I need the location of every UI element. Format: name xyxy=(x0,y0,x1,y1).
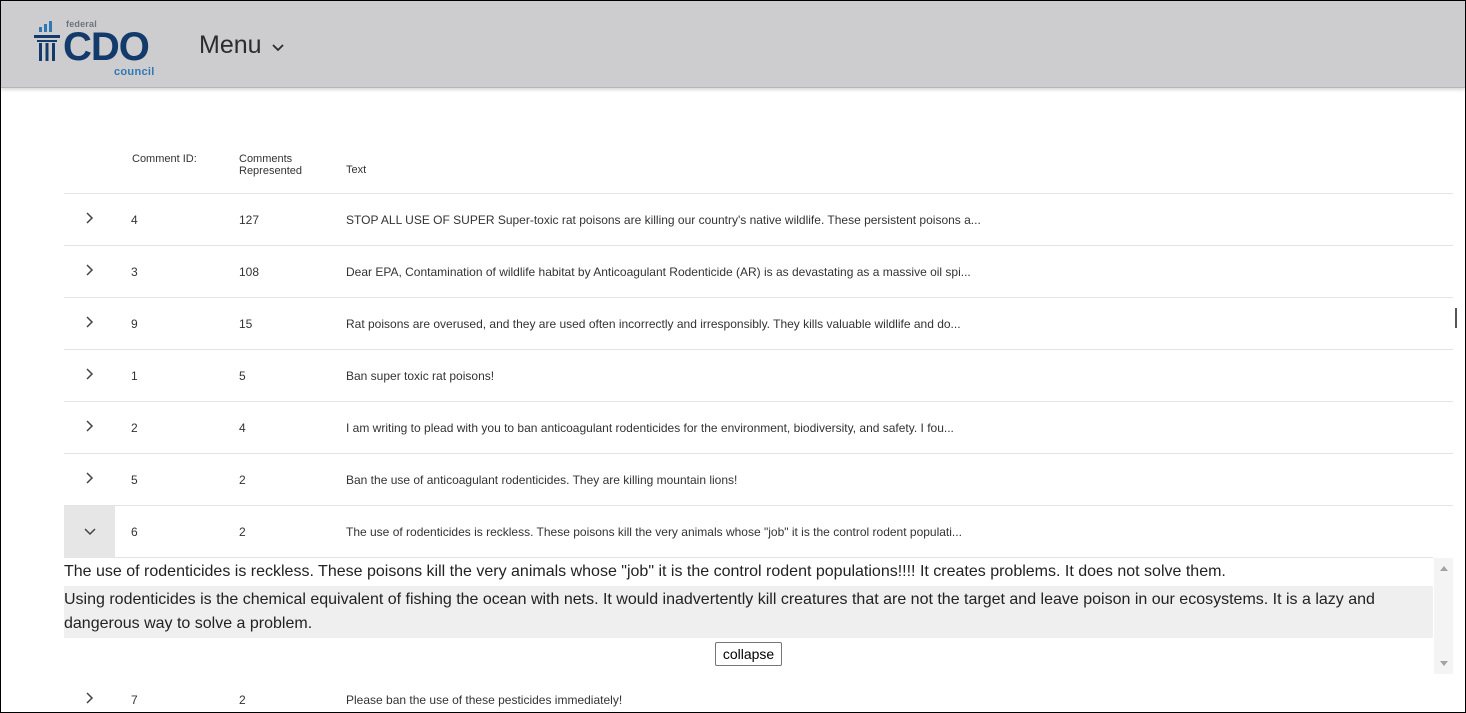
detail-paragraph: Using rodenticides is the chemical equiv… xyxy=(64,586,1433,638)
column-header-comments-represented: Comments Represented xyxy=(239,153,302,177)
comment-id-cell: 5 xyxy=(131,473,138,487)
chevron-right-icon xyxy=(85,692,94,707)
column-header-comment-id: Comment ID: xyxy=(132,153,197,165)
table-header: Comment ID: Comments Represented Text xyxy=(64,143,1453,194)
comments-represented-cell: 108 xyxy=(239,265,260,279)
logo-cdo-text: CDO xyxy=(63,25,150,69)
table-row[interactable]: 9 15 Rat poisons are overused, and they ar… xyxy=(64,298,1453,350)
comment-text-cell: Rat poisons are overused, and they are u… xyxy=(346,317,961,331)
logo-council-text: council xyxy=(114,66,155,78)
table-row[interactable]: 6 2 The use of rodenticides is reckless. T… xyxy=(64,506,1453,557)
collapse-button-wrap: collapse xyxy=(64,642,1433,666)
table-row[interactable]: 4 127 STOP ALL USE OF SUPER Super-toxic ra… xyxy=(64,194,1453,246)
comments-table: Comment ID: Comments Represented Text 4 1… xyxy=(64,143,1453,712)
comments-represented-cell: 2 xyxy=(239,525,246,539)
chevron-right-icon xyxy=(85,212,94,227)
row-expand-button[interactable] xyxy=(64,350,115,401)
row-expand-button[interactable] xyxy=(64,246,115,297)
chevron-right-icon xyxy=(85,472,94,487)
comments-represented-cell: 5 xyxy=(239,369,246,383)
row-expand-button[interactable] xyxy=(64,454,115,505)
capitol-chart-icon xyxy=(33,21,61,70)
chevron-right-icon xyxy=(85,316,94,331)
page-scroll-indicator xyxy=(1455,308,1457,328)
comment-text-cell: Please ban the use of these pesticides i… xyxy=(346,693,623,707)
chevron-right-icon xyxy=(85,368,94,383)
chevron-right-icon xyxy=(85,264,94,279)
table-row[interactable]: 1 5 Ban super toxic rat poisons! xyxy=(64,350,1453,402)
comment-text-cell: STOP ALL USE OF SUPER Super-toxic rat po… xyxy=(346,213,981,227)
comment-text-cell: The use of rodenticides is reckless. The… xyxy=(346,525,962,539)
comment-id-cell: 1 xyxy=(131,369,138,383)
comment-id-cell: 4 xyxy=(131,213,138,227)
table-row[interactable]: 5 2 Ban the use of anticoagulant rodentici… xyxy=(64,454,1453,506)
comments-represented-cell: 127 xyxy=(239,213,260,227)
expanded-comment-detail: The use of rodenticides is reckless. The… xyxy=(64,557,1453,674)
table-row[interactable]: 2 4 I am writing to plead with you to ban … xyxy=(64,402,1453,454)
comment-id-cell: 2 xyxy=(131,421,138,435)
column-header-text: Text xyxy=(346,164,367,176)
menu-label: Menu xyxy=(199,31,262,59)
comment-id-cell: 9 xyxy=(131,317,138,331)
comment-id-cell: 6 xyxy=(131,525,138,539)
row-collapse-button[interactable] xyxy=(64,506,115,557)
collapse-button[interactable]: collapse xyxy=(714,642,783,666)
scroll-down-arrow-icon[interactable] xyxy=(1440,661,1448,666)
top-header: federal CDO council Menu xyxy=(1,1,1465,88)
menu-dropdown[interactable]: Menu xyxy=(199,31,285,60)
row-expand-button[interactable] xyxy=(64,674,115,712)
comment-text-cell: Ban the use of anticoagulant rodenticide… xyxy=(346,473,738,487)
scroll-up-arrow-icon[interactable] xyxy=(1440,566,1448,571)
comments-represented-cell: 2 xyxy=(239,473,246,487)
comments-represented-cell: 15 xyxy=(239,317,253,331)
comment-text-cell: Dear EPA, Contamination of wildlife habi… xyxy=(346,265,971,279)
comments-represented-cell: 2 xyxy=(239,693,246,707)
table-body: 4 127 STOP ALL USE OF SUPER Super-toxic ra… xyxy=(64,194,1453,712)
app-frame: federal CDO council Menu Comment ID: Com… xyxy=(0,0,1466,713)
comment-text-cell: Ban super toxic rat poisons! xyxy=(346,369,495,383)
table-row[interactable]: 3 108 Dear EPA, Contamination of wildlife … xyxy=(64,246,1453,298)
detail-scrollbar[interactable] xyxy=(1434,558,1453,674)
table-row[interactable]: 7 2 Please ban the use of these pesticides… xyxy=(64,674,1453,712)
row-expand-button[interactable] xyxy=(64,298,115,349)
row-expand-button[interactable] xyxy=(64,402,115,453)
chevron-down-icon xyxy=(83,525,96,539)
comment-id-cell: 3 xyxy=(131,265,138,279)
comment-id-cell: 7 xyxy=(131,693,138,707)
chevron-down-icon xyxy=(271,31,285,60)
chevron-right-icon xyxy=(85,420,94,435)
comment-text-cell: I am writing to plead with you to ban an… xyxy=(346,421,954,435)
detail-paragraph: The use of rodenticides is reckless. The… xyxy=(64,563,1226,580)
cdo-council-logo[interactable]: federal CDO council xyxy=(33,15,183,83)
comments-represented-cell: 4 xyxy=(239,421,246,435)
row-expand-button[interactable] xyxy=(64,194,115,245)
